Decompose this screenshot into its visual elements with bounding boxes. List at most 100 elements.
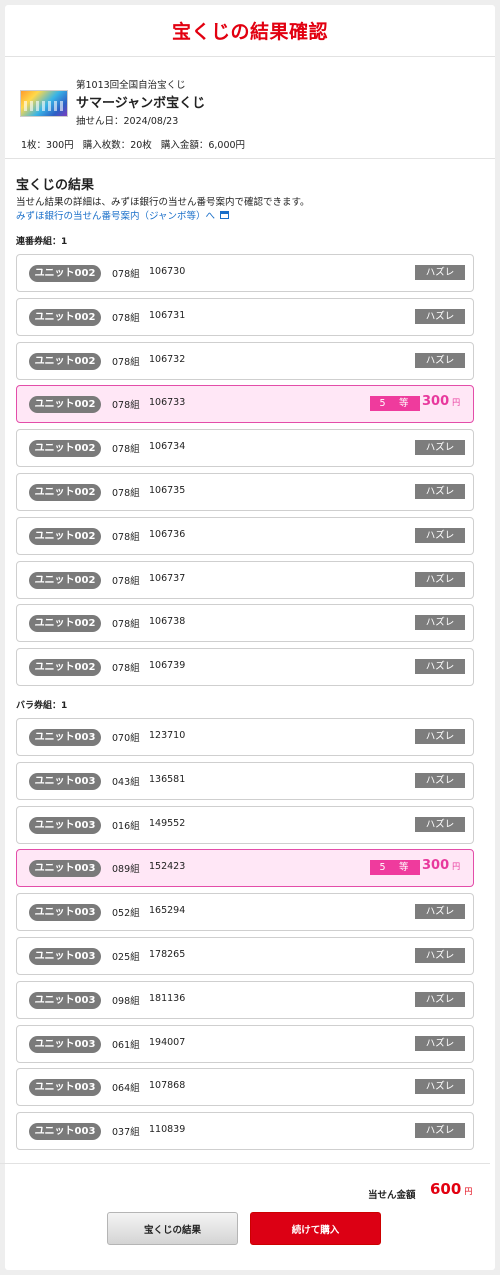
ticket-group: 098組 [112, 995, 140, 1007]
ticket-group: 061組 [112, 1039, 140, 1051]
lose-badge: ハズレ [415, 615, 465, 631]
ticket-number: 165294 [149, 905, 186, 917]
ticket-number: 106735 [149, 485, 186, 496]
ticket-number: 106733 [149, 397, 186, 409]
ticket-number: 194007 [149, 1036, 186, 1048]
unit-badge: ユニット003 [29, 816, 101, 834]
group2-label: バラ券組：1 [16, 701, 68, 711]
lose-badge: ハズレ [415, 1079, 465, 1095]
prize-yen: 円 [452, 398, 461, 408]
ticket-number: 123710 [149, 730, 186, 741]
ticket-number: 106736 [149, 528, 186, 540]
unit-badge: ユニット003 [29, 772, 101, 790]
ticket-group: 070組 [112, 733, 140, 744]
ticket-number: 106738 [149, 616, 186, 628]
total-amount: 600 [430, 1180, 462, 1198]
ticket-row: ユニット003 052組 165294 ハズレ [16, 893, 474, 932]
ticket-row: ユニット002 078組 106735 ハズレ [16, 473, 474, 511]
ticket-number: 181136 [149, 992, 186, 1004]
purchase-amount: 購入金額：6,000円 [160, 140, 246, 151]
external-window-icon [220, 211, 230, 219]
lose-badge: ハズレ [415, 440, 465, 456]
prize-amount: 300 円 [422, 858, 460, 873]
unit-badge: ユニット003 [29, 991, 101, 1009]
unit-badge: ユニット002 [29, 659, 101, 677]
lottery-info: 第1013回全国自治宝くじ サマージャンボ宝くじ 抽せん日：2024/08/23… [5, 57, 495, 159]
unit-badge: ユニット002 [29, 308, 101, 326]
ticket-row: ユニット002 078組 106732 ハズレ [16, 341, 474, 380]
prize-rank-badge: 5 等 [370, 860, 420, 876]
unit-badge: ユニット002 [29, 527, 101, 545]
mizuho-link[interactable]: みずほ銀行の当せん番号案内（ジャンボ等）へ [16, 208, 230, 222]
lose-badge: ハズレ [415, 1123, 465, 1139]
unit-badge: ユニット003 [29, 1035, 101, 1053]
lose-badge: ハズレ [415, 772, 465, 788]
lose-badge: ハズレ [415, 729, 465, 744]
lottery-name: サマージャンボ宝くじ [76, 96, 206, 111]
ticket-number: 106732 [149, 353, 186, 365]
ticket-number: 106731 [149, 309, 186, 321]
lose-badge: ハズレ [415, 308, 465, 324]
ticket-row: ユニット002 078組 106738 ハズレ [16, 604, 474, 643]
lose-badge: ハズレ [415, 904, 465, 920]
ticket-row: ユニット002 078組 106730 ハズレ [16, 254, 474, 292]
unit-badge: ユニット003 [29, 860, 101, 878]
ticket-row: ユニット002 078組 106737 ハズレ [16, 560, 474, 599]
prize-value: 300 [422, 858, 450, 874]
lose-badge: ハズレ [415, 484, 465, 499]
purchase-summary: 1枚：300円 購入枚数：20枚 購入金額：6,000円 [21, 137, 251, 151]
prize-value: 300 [422, 394, 450, 410]
footer-divider [0, 1163, 490, 1164]
ticket-group: 078組 [112, 619, 140, 631]
lose-badge: ハズレ [415, 527, 465, 543]
ticket-row: ユニット002 078組 106731 ハズレ [16, 297, 474, 336]
total-label: 当せん金額 [368, 1190, 416, 1201]
lose-badge: ハズレ [415, 1035, 465, 1051]
total-value: 600 円 [430, 1180, 472, 1198]
ticket-row: ユニット002 078組 106734 ハズレ [16, 429, 474, 468]
ticket-group: 064組 [112, 1083, 140, 1095]
ticket-number: 106734 [149, 441, 186, 453]
ticket-group: 016組 [112, 820, 140, 832]
draw-date: 抽せん日：2024/08/23 [76, 116, 179, 127]
ticket-row: ユニット003 064組 107868 ハズレ [16, 1068, 474, 1107]
lose-badge: ハズレ [415, 816, 465, 832]
lottery-series: 第1013回全国自治宝くじ [76, 80, 186, 91]
ticket-row: ユニット003 037組 110839 ハズレ [16, 1112, 474, 1151]
total-yen: 円 [464, 1187, 473, 1196]
mizuho-link-text[interactable]: みずほ銀行の当せん番号案内（ジャンボ等）へ [16, 208, 215, 222]
ticket-row: ユニット003 098組 181136 ハズレ [16, 980, 474, 1019]
ticket-row: ユニット002 078組 106739 ハズレ [16, 648, 474, 687]
unit-badge: ユニット002 [29, 571, 101, 589]
lose-badge: ハズレ [415, 265, 465, 280]
page-title: 宝くじの結果確認 [171, 21, 328, 43]
purchase-count: 購入枚数：20枚 [82, 140, 152, 151]
continue-buy-button[interactable]: 続けて購入 [250, 1212, 381, 1245]
ticket-group: 078組 [112, 663, 140, 675]
group1-label: 連番券組：1 [16, 237, 68, 247]
prize-amount: 300 円 [422, 394, 460, 409]
ticket-row: ユニット003 061組 194007 ハズレ [16, 1024, 474, 1063]
ticket-group: 078組 [112, 575, 140, 587]
ticket-row: ユニット003 016組 149552 ハズレ [16, 805, 474, 844]
results-button[interactable]: 宝くじの結果 [107, 1212, 238, 1245]
unit-badge: ユニット002 [29, 396, 101, 414]
ticket-group: 078組 [112, 312, 140, 324]
ticket-row: ユニット003 043組 136581 ハズレ [16, 761, 474, 800]
ticket-group: 078組 [112, 400, 140, 412]
ticket-row: ユニット002 078組 106733 5 等 300 円 [16, 385, 474, 424]
unit-badge: ユニット003 [29, 948, 101, 965]
ticket-number: 152423 [149, 861, 186, 873]
ticket-group: 078組 [112, 444, 140, 456]
ticket-group: 078組 [112, 269, 140, 280]
unit-badge: ユニット002 [29, 615, 101, 633]
ticket-number: 149552 [149, 817, 186, 829]
ticket-group: 078組 [112, 356, 140, 368]
ticket-number: 106739 [149, 660, 186, 672]
unit-badge: ユニット003 [29, 729, 101, 746]
prize-rank-badge: 5 等 [370, 396, 420, 412]
results-description: 当せん結果の詳細は、みずほ銀行の当せん番号案内で確認できます。 [16, 197, 310, 208]
lose-badge: ハズレ [415, 948, 465, 963]
ticket-group: 078組 [112, 531, 140, 543]
page-header: 宝くじの結果確認 [5, 5, 495, 57]
